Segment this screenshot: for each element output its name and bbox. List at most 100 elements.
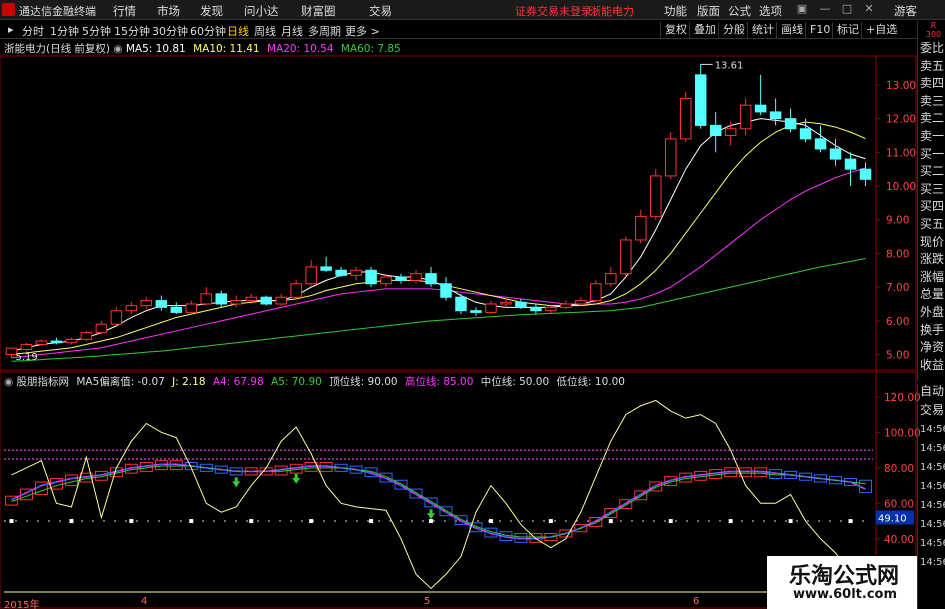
mid-dot: [9, 519, 14, 524]
price-axis-label: 10.00: [886, 181, 916, 193]
side-time-3: 14:56: [920, 443, 945, 454]
side-field-14[interactable]: 总量: [920, 287, 945, 302]
indicator-settings-icon[interactable]: ◉: [4, 376, 17, 388]
side-field-7[interactable]: 买二: [920, 164, 945, 179]
j-line: [11, 399, 866, 607]
price-axis-label: 6.00: [886, 316, 909, 328]
side-time-1: 交易: [920, 403, 945, 417]
candle-up: [140, 300, 153, 307]
mid-dot: [488, 519, 493, 524]
candle-up: [125, 305, 138, 312]
ma60-value: MA60: 7.85: [340, 43, 401, 55]
candle-up: [620, 239, 632, 275]
candle-down: [799, 128, 812, 140]
side-time-7: 14:56: [920, 519, 945, 530]
price-pane-border: [0, 55, 917, 371]
candle-down: [335, 269, 347, 276]
low-price-label: 5.19: [15, 352, 37, 363]
mid-dot: [69, 519, 74, 524]
side-field-2[interactable]: 卖四: [920, 76, 945, 91]
candle-up: [110, 310, 123, 325]
sell-arrow-icon: [232, 477, 241, 488]
side-field-1[interactable]: 卖五: [920, 59, 945, 74]
side-rate-badge[interactable]: R 300: [920, 21, 945, 39]
candle-down: [260, 296, 272, 305]
candle-up: [724, 128, 737, 136]
side-field-0[interactable]: 委比: [920, 41, 945, 56]
candle-down: [365, 269, 377, 285]
side-field-8[interactable]: 买三: [920, 182, 945, 197]
ma-legend: 浙能电力(日线 前复权) ◉ MA5: 10.81 MA10: 11.41 MA…: [4, 41, 401, 55]
candle-down: [754, 104, 767, 113]
side-field-3[interactable]: 卖三: [920, 94, 945, 109]
side-field-16[interactable]: 换手: [920, 323, 945, 338]
candle-up: [245, 296, 257, 302]
price-axis-label: 11.00: [886, 147, 916, 159]
side-field-18[interactable]: 收益: [920, 358, 945, 373]
side-field-12[interactable]: 涨跌: [920, 252, 945, 267]
ma5-value: MA5: 10.81: [125, 43, 186, 55]
candle-up: [290, 283, 302, 298]
quote-side-panel: R 300 委比卖五卖四卖三卖二卖一买一买二买三买四买五现价涨跌涨幅总量外盘换手净…: [917, 21, 945, 381]
side-field-6[interactable]: 买一: [920, 147, 945, 162]
candle-up: [545, 306, 557, 312]
candle-down: [530, 306, 542, 312]
candle-down: [829, 148, 842, 160]
side-field-11[interactable]: 现价: [920, 235, 945, 250]
current-value-label: 49.10: [878, 513, 907, 524]
price-axis-label: 12.00: [886, 114, 916, 126]
sell-arrow-icon: [292, 473, 301, 484]
candle-up: [20, 343, 33, 350]
mid-dot: [548, 519, 553, 524]
side-field-9[interactable]: 买四: [920, 199, 945, 214]
band-box: [64, 474, 78, 487]
ind-axis-label: 40.00: [884, 534, 914, 546]
candle-down: [470, 310, 482, 313]
ma5-deviation-value: MA5偏离值: -0.07: [76, 376, 165, 388]
candle-up: [575, 300, 587, 305]
candle-down: [215, 293, 227, 305]
candle-up: [590, 283, 602, 302]
candle-down: [155, 300, 168, 308]
watermark-url: www.60lt.com: [793, 587, 898, 602]
side-field-17[interactable]: 净资: [920, 340, 945, 355]
indicator-side-panel: 自动交易 14:56 14:56 14:56 14:56 14:56 14:56 14:56 1…: [917, 384, 945, 609]
candle-up: [500, 301, 512, 305]
candle-up: [350, 269, 362, 276]
candle-down: [425, 273, 437, 285]
candle-up: [380, 276, 392, 285]
candle-up: [739, 104, 752, 130]
watermark-title: 乐淘公式网: [789, 564, 900, 589]
ind-axis-label: 80.00: [884, 463, 914, 475]
candle-down: [814, 138, 827, 150]
candle-up: [485, 303, 497, 313]
ind-axis-label: 120.00: [884, 392, 921, 404]
mid-dot: [189, 519, 194, 524]
ma-settings-icon[interactable]: ◉: [113, 43, 126, 55]
side-field-13[interactable]: 涨幅: [920, 270, 945, 285]
candle-down: [170, 306, 183, 313]
j-value: J: 2.18: [172, 376, 206, 388]
mid-dot: [788, 519, 793, 524]
candle-up: [275, 296, 287, 305]
stock-chart[interactable]: 13.00 12.00 11.00 10.00 9.00 8.00 7.00 6.00 5.00…: [0, 0, 945, 609]
candle-down: [784, 118, 797, 130]
candle-up: [560, 303, 572, 308]
side-time-2: 14:56: [920, 424, 945, 435]
side-field-5[interactable]: 卖一: [920, 129, 945, 144]
side-field-10[interactable]: 买五: [920, 217, 945, 232]
stock-period-label: 浙能电力(日线 前复权): [4, 43, 111, 55]
watermark-logo: 乐淘公式网 www.60lt.com: [767, 556, 917, 609]
candle-up: [35, 340, 48, 345]
candle-down: [455, 296, 467, 312]
side-field-15[interactable]: 外盘: [920, 305, 945, 320]
candle-up: [185, 303, 198, 313]
candle-down: [440, 283, 452, 298]
mid-dot: [129, 519, 134, 524]
date-label-year: 2015年: [4, 600, 40, 609]
ma20-value: MA20: 10.54: [266, 43, 334, 55]
candle-down: [844, 158, 857, 170]
price-axis-label: 9.00: [886, 215, 909, 227]
ma5-line: [11, 118, 866, 352]
side-field-4[interactable]: 卖二: [920, 111, 945, 126]
